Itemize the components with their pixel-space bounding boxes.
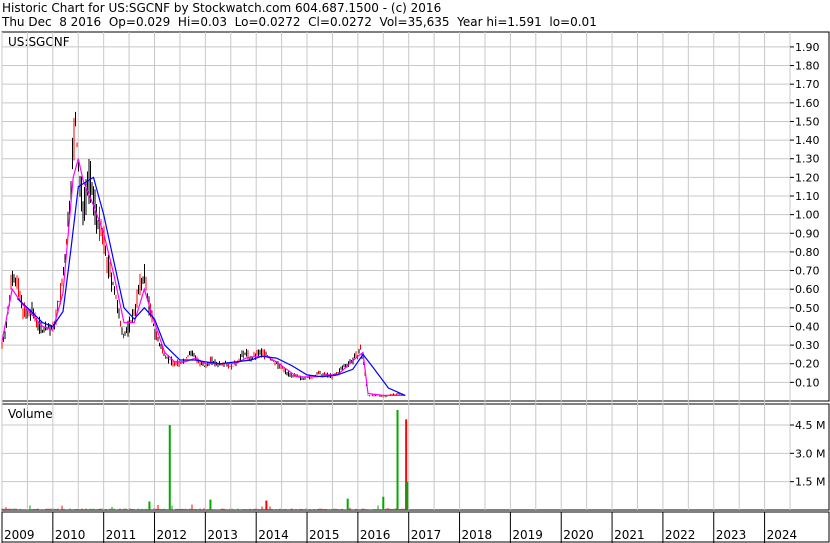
y-tick-label: 0.70: [795, 265, 820, 278]
y-tick-label: 0.80: [795, 246, 820, 259]
x-tick-label: 2017: [411, 528, 442, 542]
x-tick-label: 2015: [309, 528, 340, 542]
x-tick-label: 2014: [258, 528, 289, 542]
price-bars: [1, 111, 405, 398]
price-panel-frame: [1, 31, 830, 402]
x-tick-label: 2011: [106, 528, 137, 542]
y-tick-label: 1.20: [795, 171, 820, 184]
y-tick-label: 1.10: [795, 190, 820, 203]
y-tick-label: 1.60: [795, 97, 820, 110]
y-tick-label: 1.70: [795, 78, 820, 91]
y-tick-label: 0.40: [795, 320, 820, 333]
moving-average-short-line: [1, 158, 406, 396]
x-tick-label: 2023: [716, 528, 747, 542]
x-tick-label: 2010: [55, 528, 86, 542]
y-tick-label: 1.40: [795, 134, 820, 147]
x-tick-label: 2012: [157, 528, 188, 542]
volume-tick-label: 3.0 M: [795, 447, 825, 460]
volume-title: Volume: [8, 407, 53, 421]
volume-tick-label: 4.5 M: [795, 419, 825, 432]
y-tick-label: 0.50: [795, 302, 820, 315]
x-tick-label: 2013: [207, 528, 238, 542]
x-tick-label: 2019: [512, 528, 543, 542]
x-tick-label: 2021: [614, 528, 645, 542]
y-tick-label: 1.50: [795, 115, 820, 128]
chart-canvas: 2009 2010 2011 2012 2013 2014 2015 2016 2017 2018…: [1, 31, 830, 543]
x-tick-label: 2016: [360, 528, 391, 542]
x-tick-label: 2022: [665, 528, 696, 542]
y-tick-label: 1.90: [795, 41, 820, 54]
x-tick-label: 2024: [767, 528, 798, 542]
volume-tick-label: 1.5 M: [795, 476, 825, 489]
y-tick-label: 0.20: [795, 358, 820, 371]
y-tick-label: 1.30: [795, 153, 820, 166]
x-tick-label: 2018: [462, 528, 493, 542]
stock-chart: Historic Chart for US:SGCNF by Stockwatc…: [0, 0, 830, 543]
y-tick-label: 0.90: [795, 227, 820, 240]
y-tick-label: 0.10: [795, 376, 820, 389]
y-tick-label: 0.30: [795, 339, 820, 352]
moving-average-long-line: [16, 176, 406, 396]
x-tick-label: 2009: [4, 528, 35, 542]
y-tick-label: 1.00: [795, 209, 820, 222]
y-tick-label: 0.60: [795, 283, 820, 296]
volume-panel-frame: [1, 403, 830, 511]
x-tick-label: 2020: [563, 528, 594, 542]
grid-lines: [1, 32, 791, 543]
y-tick-label: 1.80: [795, 60, 820, 73]
